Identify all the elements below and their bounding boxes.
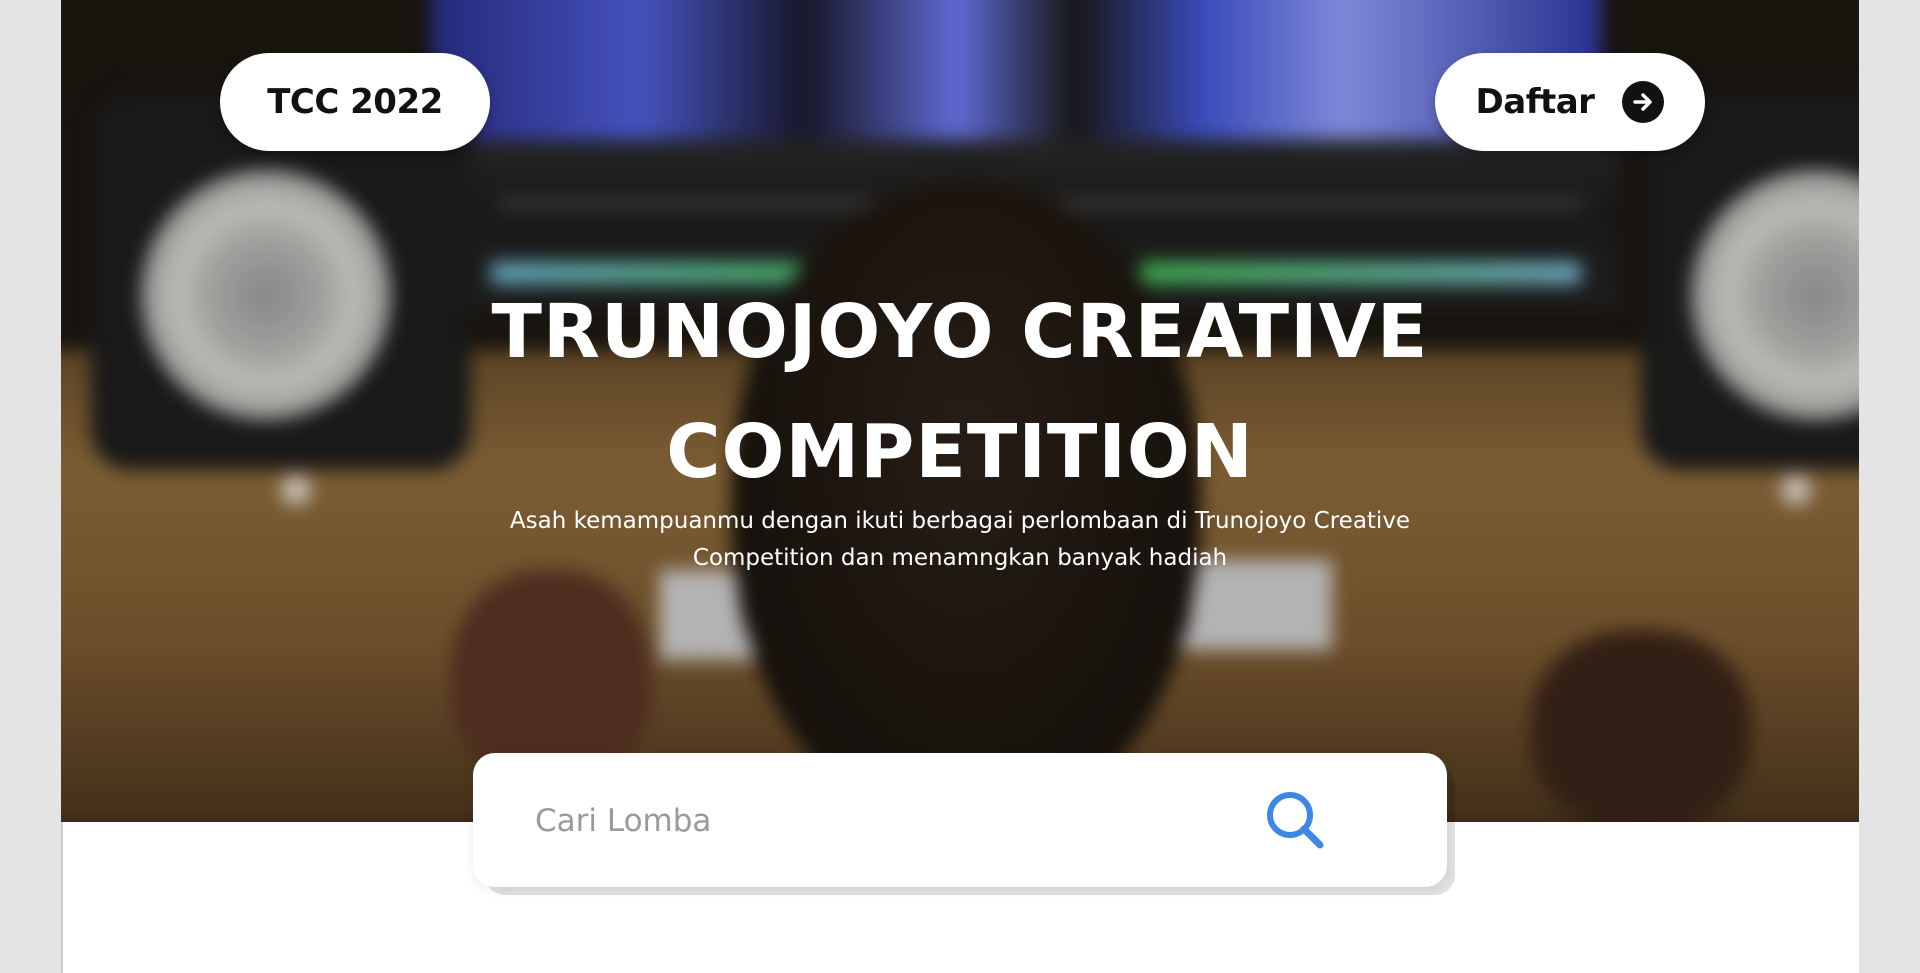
- page: TCC 2022 Daftar TRUNOJOYO CREATIVE COMPE…: [61, 0, 1859, 973]
- search-icon: [1267, 792, 1324, 849]
- brand-label: TCC 2022: [267, 82, 443, 122]
- subtitle-line-2: Competition dan menamngkan banyak hadiah: [692, 545, 1228, 571]
- page-title: TRUNOJOYO CREATIVE COMPETITION: [61, 272, 1859, 512]
- search-button[interactable]: [1259, 784, 1331, 856]
- hero-subtitle: Asah kemampuanmu dengan ikuti berbagai p…: [460, 503, 1460, 577]
- register-label: Daftar: [1475, 82, 1595, 122]
- hero-banner: TCC 2022 Daftar TRUNOJOYO CREATIVE COMPE…: [61, 0, 1859, 822]
- title-line-2: COMPETITION: [666, 409, 1254, 495]
- brand-logo-button[interactable]: TCC 2022: [220, 53, 490, 151]
- search-bar: [473, 753, 1447, 887]
- title-line-1: TRUNOJOYO CREATIVE: [491, 289, 1429, 375]
- subtitle-line-1: Asah kemampuanmu dengan ikuti berbagai p…: [509, 508, 1411, 534]
- search-input[interactable]: [533, 790, 1237, 852]
- arrow-right-circle-icon: [1622, 81, 1665, 123]
- register-button[interactable]: Daftar: [1435, 53, 1705, 151]
